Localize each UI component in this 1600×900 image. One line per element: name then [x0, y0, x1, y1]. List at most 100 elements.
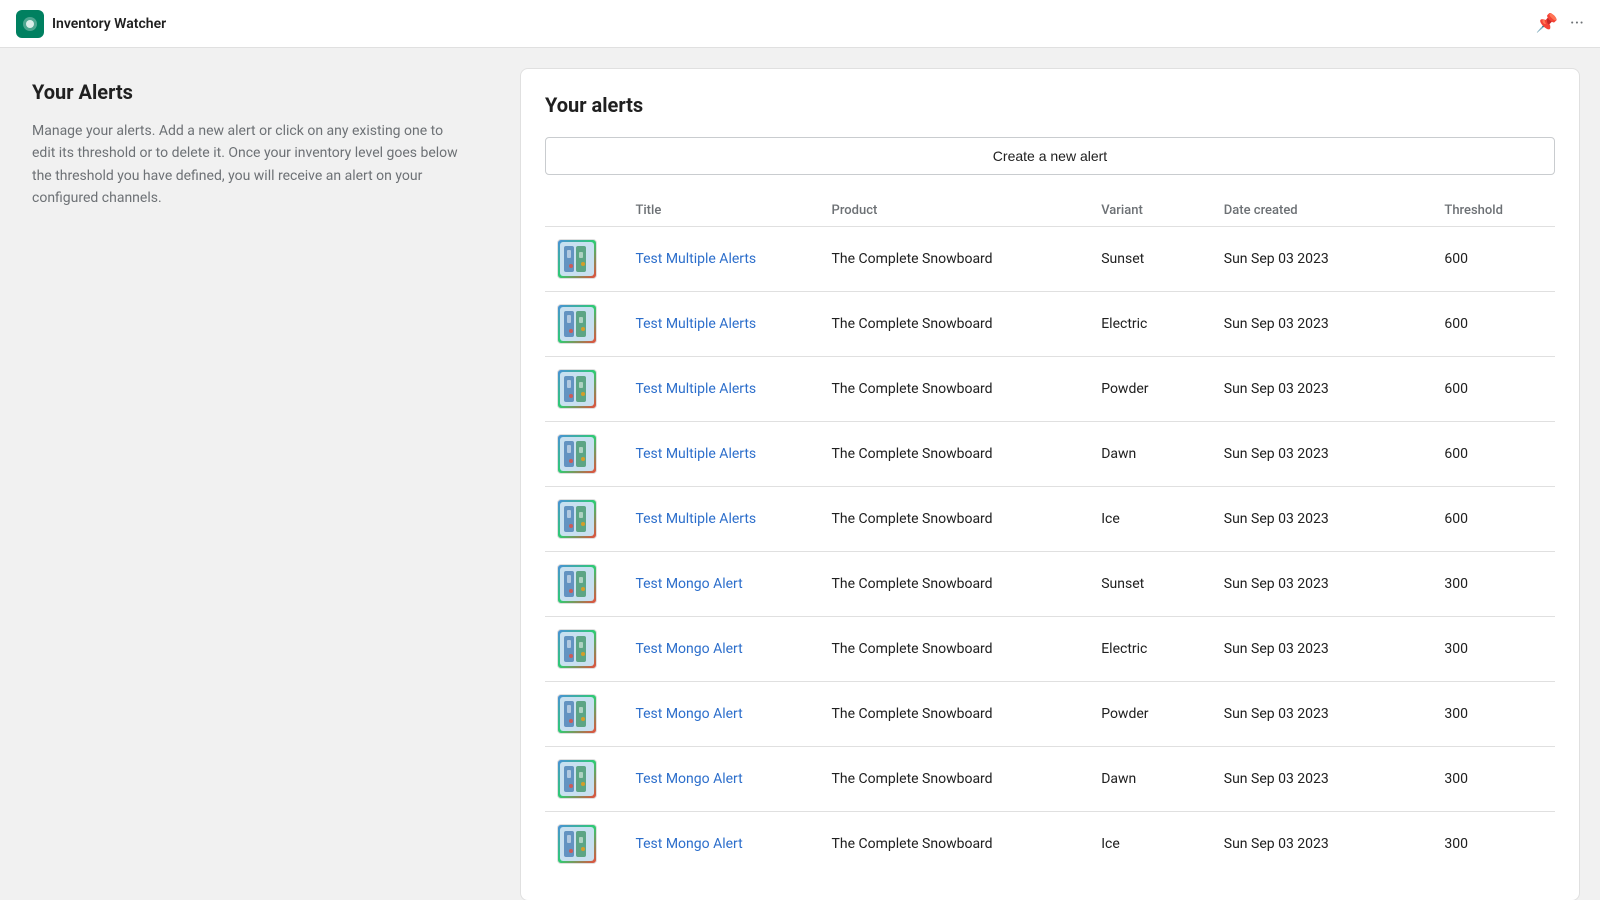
- td-product: The Complete Snowboard: [820, 357, 1090, 422]
- table-row: Test Mongo AlertThe Complete SnowboardEl…: [545, 617, 1555, 682]
- th-product: Product: [820, 195, 1090, 227]
- alert-title-link[interactable]: Test Multiple Alerts: [635, 251, 756, 267]
- product-thumbnail: [557, 434, 597, 474]
- table-row: Test Mongo AlertThe Complete SnowboardSu…: [545, 552, 1555, 617]
- app-title: Inventory Watcher: [52, 16, 166, 32]
- alert-title-link[interactable]: Test Mongo Alert: [635, 706, 742, 722]
- top-bar-right: 📌 ···: [1535, 13, 1584, 34]
- alert-title-link[interactable]: Test Multiple Alerts: [635, 446, 756, 462]
- product-thumbnail: [557, 694, 597, 734]
- td-variant: Ice: [1089, 487, 1212, 552]
- td-threshold: 600: [1432, 227, 1555, 292]
- td-image: [545, 487, 623, 552]
- table-row: Test Multiple Alerts The Complete Snowboa…: [545, 487, 1555, 552]
- alert-title-link[interactable]: Test Multiple Alerts: [635, 511, 756, 527]
- td-date-created: Sun Sep 03 2023: [1212, 682, 1433, 747]
- product-thumbnail: [557, 304, 597, 344]
- td-variant: Powder: [1089, 682, 1212, 747]
- td-date-created: Sun Sep 03 2023: [1212, 487, 1433, 552]
- product-thumbnail: [557, 369, 597, 409]
- td-variant: Electric: [1089, 292, 1212, 357]
- table-row: Test Mongo AlertThe Complete SnowboardIc…: [545, 812, 1555, 877]
- td-threshold: 600: [1432, 487, 1555, 552]
- td-threshold: 300: [1432, 747, 1555, 812]
- th-variant: Variant: [1089, 195, 1212, 227]
- table-row: Test Multiple Alerts The Complete Snowboa…: [545, 227, 1555, 292]
- create-alert-button[interactable]: Create a new alert: [545, 137, 1555, 175]
- td-product: The Complete Snowboard: [820, 422, 1090, 487]
- th-date-created: Date created: [1212, 195, 1433, 227]
- table-body: Test Multiple Alerts The Complete Snowboa…: [545, 227, 1555, 877]
- td-date-created: Sun Sep 03 2023: [1212, 422, 1433, 487]
- td-variant: Ice: [1089, 812, 1212, 877]
- alerts-table: Title Product Variant Date created Thres…: [545, 195, 1555, 876]
- td-threshold: 600: [1432, 422, 1555, 487]
- product-thumbnail: [557, 564, 597, 604]
- td-variant: Dawn: [1089, 747, 1212, 812]
- td-product: The Complete Snowboard: [820, 227, 1090, 292]
- td-title: Test Mongo Alert: [623, 682, 819, 747]
- td-image: [545, 422, 623, 487]
- td-image: [545, 812, 623, 877]
- page-title: Your alerts: [545, 93, 1555, 117]
- alert-title-link[interactable]: Test Multiple Alerts: [635, 381, 756, 397]
- product-thumbnail: [557, 759, 597, 799]
- sidebar: Your Alerts Manage your alerts. Add a ne…: [0, 48, 500, 900]
- top-bar-left: Inventory Watcher: [16, 10, 166, 38]
- sidebar-title: Your Alerts: [32, 80, 468, 104]
- alert-title-link[interactable]: Test Mongo Alert: [635, 771, 742, 787]
- td-date-created: Sun Sep 03 2023: [1212, 227, 1433, 292]
- td-product: The Complete Snowboard: [820, 487, 1090, 552]
- td-threshold: 600: [1432, 357, 1555, 422]
- td-title: Test Multiple Alerts: [623, 227, 819, 292]
- td-threshold: 300: [1432, 682, 1555, 747]
- table-row: Test Multiple Alerts The Complete Snowboa…: [545, 357, 1555, 422]
- td-image: [545, 552, 623, 617]
- td-date-created: Sun Sep 03 2023: [1212, 292, 1433, 357]
- td-product: The Complete Snowboard: [820, 747, 1090, 812]
- td-title: Test Multiple Alerts: [623, 292, 819, 357]
- main-layout: Your Alerts Manage your alerts. Add a ne…: [0, 48, 1600, 900]
- td-date-created: Sun Sep 03 2023: [1212, 552, 1433, 617]
- td-variant: Dawn: [1089, 422, 1212, 487]
- td-product: The Complete Snowboard: [820, 682, 1090, 747]
- td-variant: Sunset: [1089, 552, 1212, 617]
- product-thumbnail: [557, 499, 597, 539]
- td-product: The Complete Snowboard: [820, 617, 1090, 682]
- td-date-created: Sun Sep 03 2023: [1212, 357, 1433, 422]
- td-title: Test Mongo Alert: [623, 812, 819, 877]
- td-image: [545, 227, 623, 292]
- td-threshold: 300: [1432, 552, 1555, 617]
- td-title: Test Multiple Alerts: [623, 487, 819, 552]
- alert-title-link[interactable]: Test Mongo Alert: [635, 641, 742, 657]
- td-product: The Complete Snowboard: [820, 292, 1090, 357]
- alert-title-link[interactable]: Test Mongo Alert: [635, 576, 742, 592]
- alert-title-link[interactable]: Test Multiple Alerts: [635, 316, 756, 332]
- top-bar: Inventory Watcher 📌 ···: [0, 0, 1600, 48]
- td-date-created: Sun Sep 03 2023: [1212, 617, 1433, 682]
- pin-icon[interactable]: 📌: [1535, 13, 1557, 34]
- td-title: Test Multiple Alerts: [623, 422, 819, 487]
- more-menu-icon[interactable]: ···: [1570, 13, 1584, 34]
- td-image: [545, 357, 623, 422]
- td-variant: Sunset: [1089, 227, 1212, 292]
- table-row: Test Multiple Alerts The Complete Snowboa…: [545, 422, 1555, 487]
- content-card: Your alerts Create a new alert Title Pro…: [520, 68, 1580, 900]
- td-title: Test Multiple Alerts: [623, 357, 819, 422]
- td-title: Test Mongo Alert: [623, 552, 819, 617]
- content-area: Your alerts Create a new alert Title Pro…: [500, 48, 1600, 900]
- td-image: [545, 682, 623, 747]
- product-thumbnail: [557, 629, 597, 669]
- td-threshold: 600: [1432, 292, 1555, 357]
- product-thumbnail: [557, 239, 597, 279]
- td-image: [545, 747, 623, 812]
- product-thumbnail: [557, 824, 597, 864]
- table-row: Test Multiple Alerts The Complete Snowboa…: [545, 292, 1555, 357]
- td-image: [545, 292, 623, 357]
- td-date-created: Sun Sep 03 2023: [1212, 812, 1433, 877]
- app-icon: [16, 10, 44, 38]
- td-image: [545, 617, 623, 682]
- th-title: Title: [623, 195, 819, 227]
- alert-title-link[interactable]: Test Mongo Alert: [635, 836, 742, 852]
- td-date-created: Sun Sep 03 2023: [1212, 747, 1433, 812]
